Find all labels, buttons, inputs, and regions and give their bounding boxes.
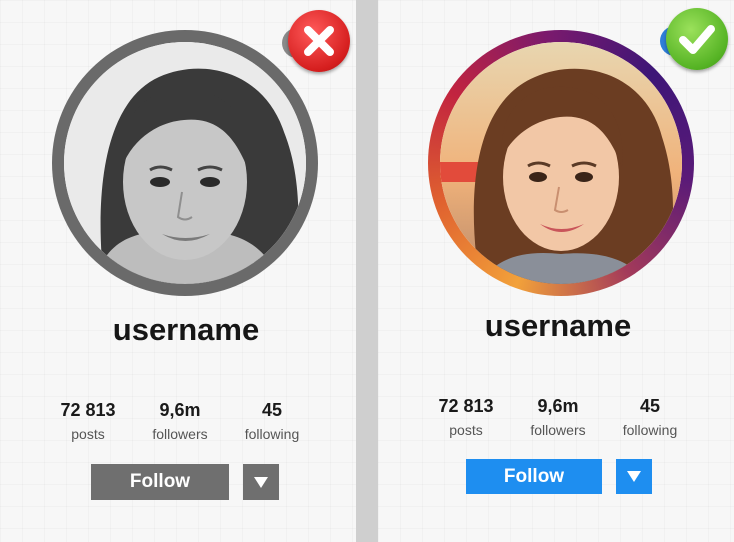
avatar-ring xyxy=(52,30,318,296)
stat-value: 72 813 xyxy=(438,396,494,416)
stat-value: 72 813 xyxy=(60,400,116,420)
stat-value: 45 xyxy=(639,396,661,416)
follow-button[interactable]: Follow xyxy=(466,459,602,494)
stat-posts: 72 813 posts xyxy=(42,400,134,442)
stats-row: 72 813 posts 9,6m followers 45 following xyxy=(420,396,696,438)
avatar-photo-color xyxy=(440,42,682,284)
profile-card-bad: username 72 813 posts 9,6m followers 45 … xyxy=(0,0,356,542)
stat-value: 9,6m xyxy=(537,396,579,416)
avatar-photo-grayscale xyxy=(64,42,306,284)
stat-following[interactable]: 45 following xyxy=(604,396,696,438)
avatar[interactable] xyxy=(64,42,306,284)
avatar-ring xyxy=(428,30,694,296)
username: username xyxy=(484,308,632,343)
stat-label: followers xyxy=(530,422,586,438)
stat-following[interactable]: 45 following xyxy=(226,400,318,442)
check-mark-icon xyxy=(679,25,715,54)
x-mark-icon xyxy=(304,26,334,56)
stat-label: following xyxy=(622,422,678,438)
profile-card-good: username 72 813 posts 9,6m followers 45 … xyxy=(378,0,734,542)
approved-badge xyxy=(660,8,728,70)
stat-label: followers xyxy=(152,426,208,442)
rejected-badge xyxy=(282,10,350,72)
panel-divider xyxy=(356,0,378,542)
stat-value: 9,6m xyxy=(159,400,201,420)
options-dropdown-button[interactable] xyxy=(616,459,652,494)
stat-value: 45 xyxy=(261,400,283,420)
stat-label: following xyxy=(244,426,300,442)
stat-followers[interactable]: 9,6m followers xyxy=(512,396,604,438)
stats-row: 72 813 posts 9,6m followers 45 following xyxy=(42,400,318,442)
follow-button[interactable]: Follow xyxy=(91,464,229,500)
caret-down-icon xyxy=(254,476,268,488)
stat-label: posts xyxy=(449,422,483,438)
options-dropdown-button[interactable] xyxy=(243,464,279,500)
stat-label: posts xyxy=(71,426,105,442)
stat-followers[interactable]: 9,6m followers xyxy=(134,400,226,442)
caret-down-icon xyxy=(627,471,641,482)
avatar[interactable] xyxy=(440,42,682,284)
username: username xyxy=(112,312,260,347)
stat-posts: 72 813 posts xyxy=(420,396,512,438)
